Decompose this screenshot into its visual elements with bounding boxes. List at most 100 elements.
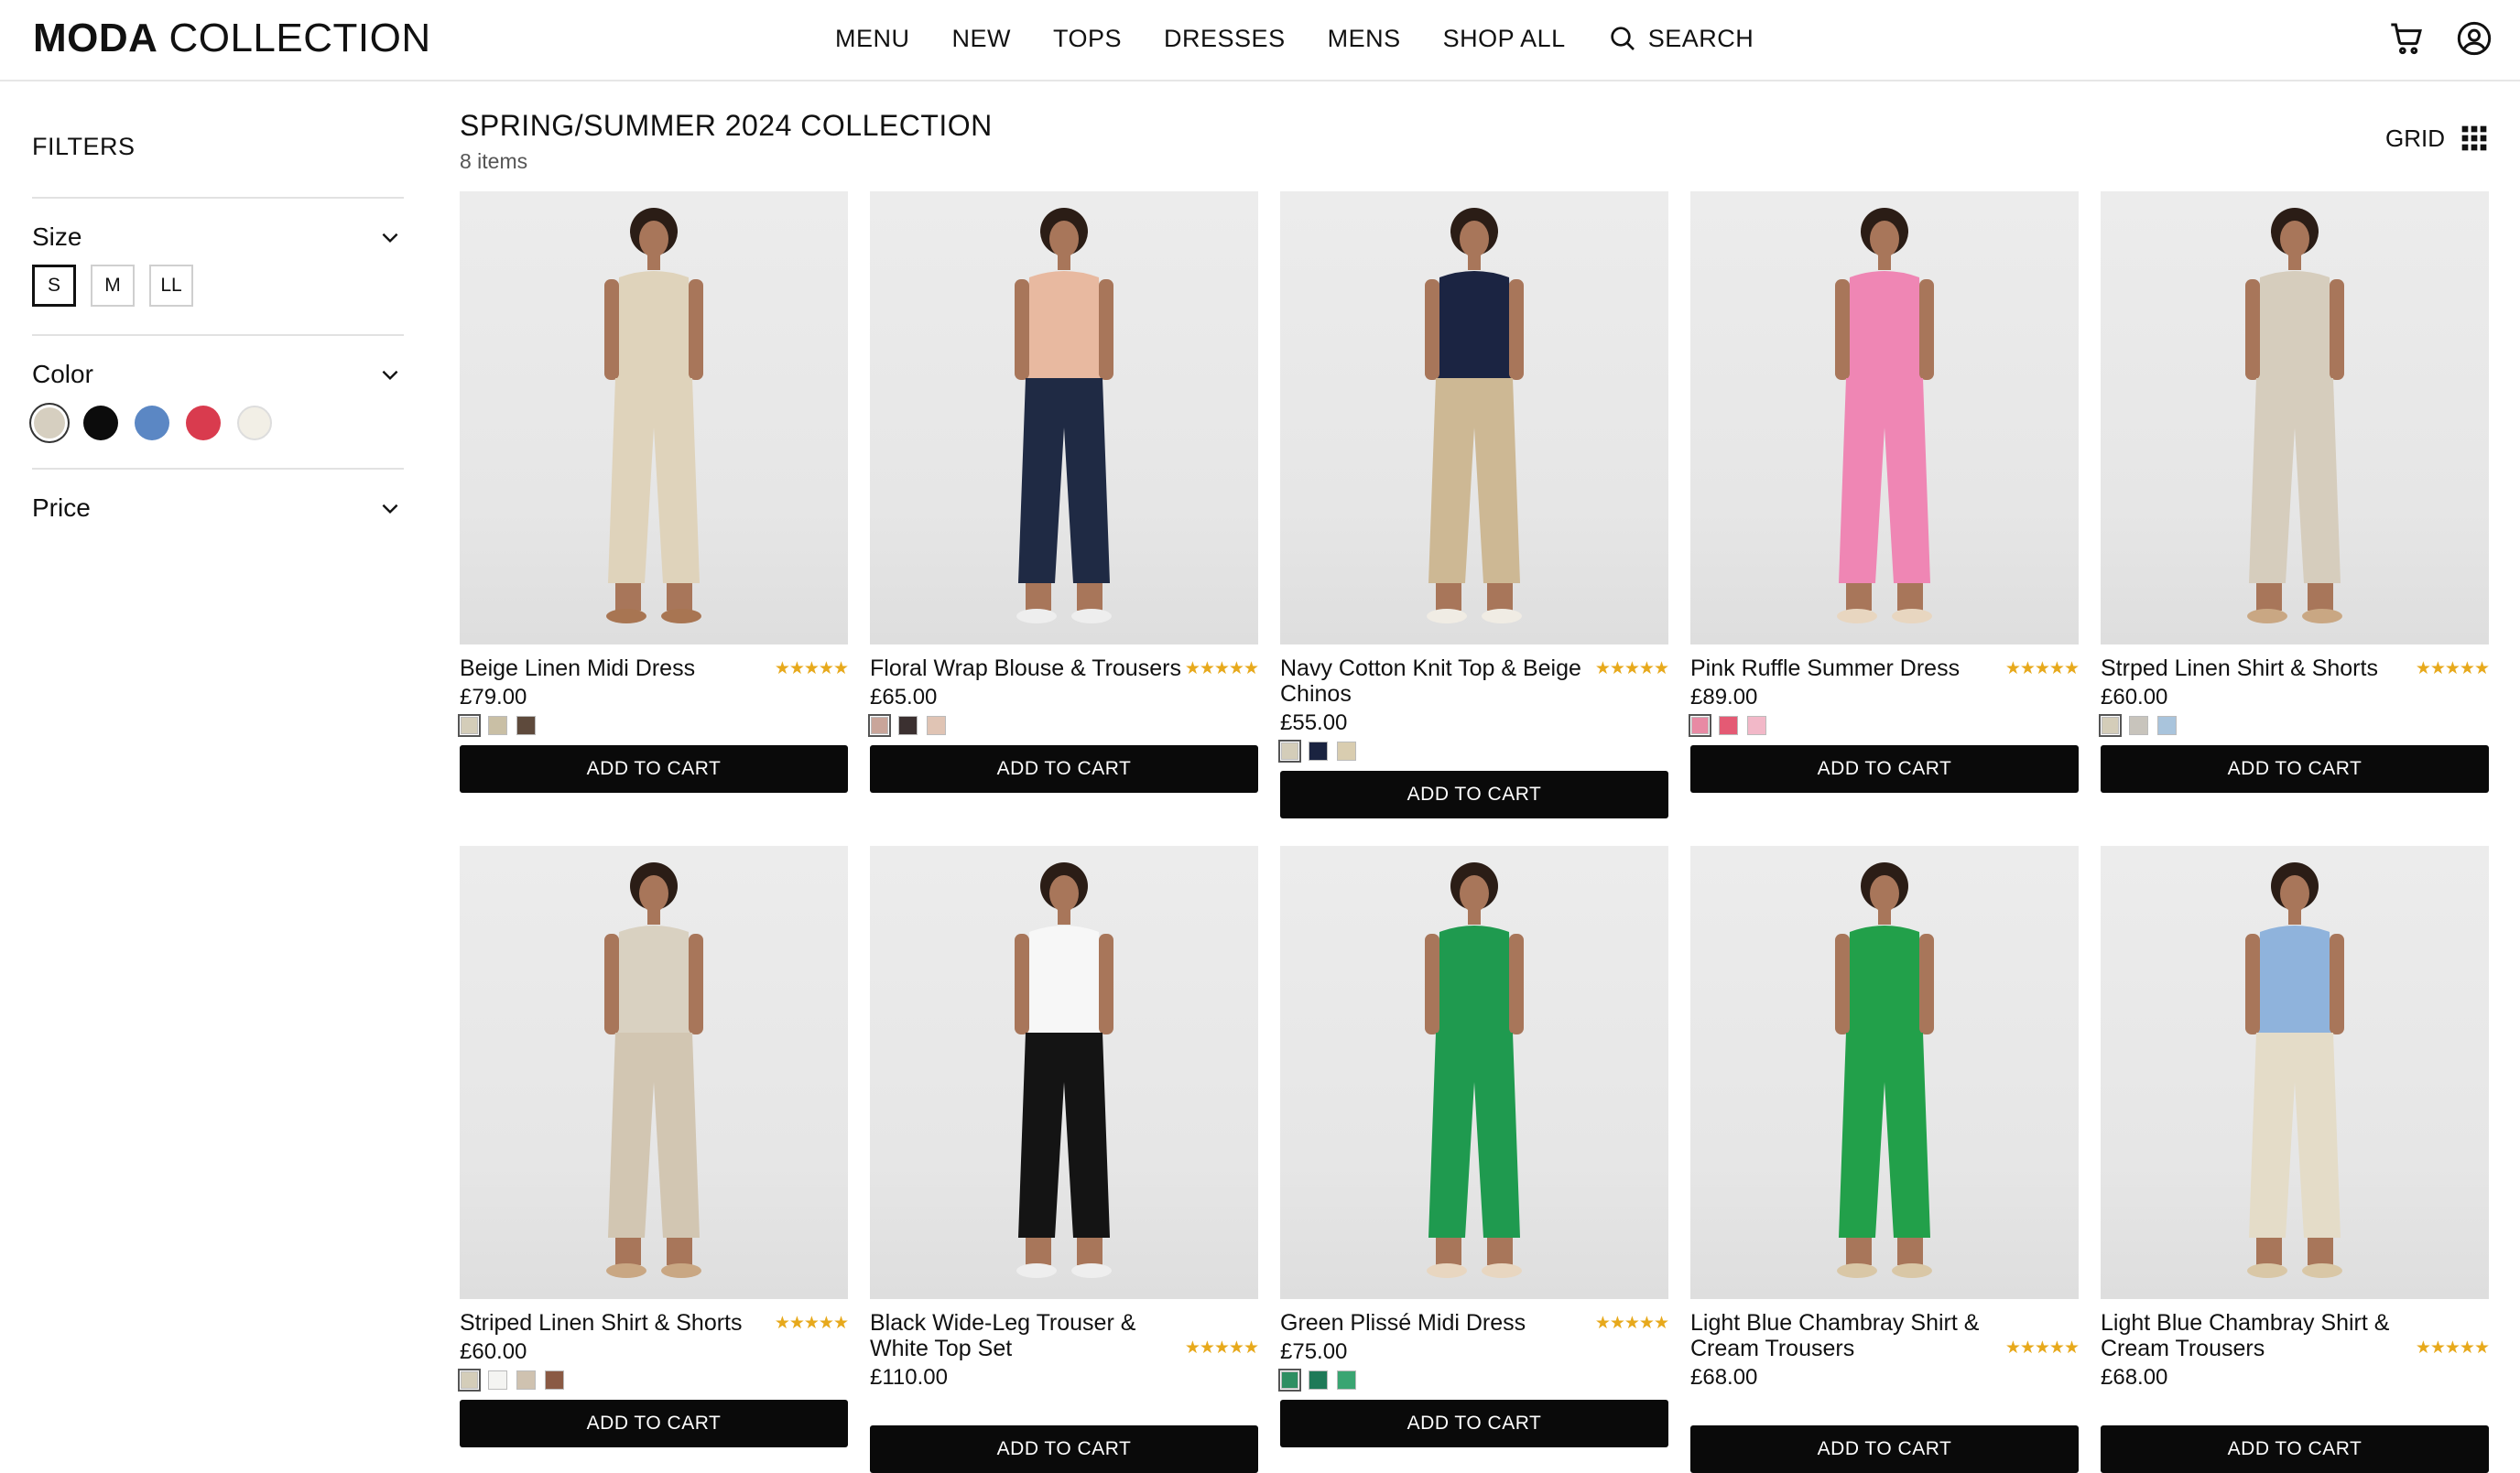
nav-tops[interactable]: TOPS bbox=[1053, 25, 1122, 53]
product-swatches bbox=[2099, 714, 2489, 737]
product-color-swatch[interactable] bbox=[458, 714, 481, 737]
product-color-swatch[interactable] bbox=[1689, 714, 1711, 737]
size-option-s[interactable]: S bbox=[32, 265, 76, 307]
search-button[interactable]: SEARCH bbox=[1608, 24, 1754, 53]
product-color-swatch[interactable] bbox=[1747, 716, 1766, 735]
price-filter-toggle[interactable]: Price bbox=[32, 470, 404, 536]
cart-icon[interactable] bbox=[2388, 20, 2425, 57]
product-name[interactable]: Beige Linen Midi Dress bbox=[460, 655, 695, 681]
product-color-swatch[interactable] bbox=[1278, 740, 1301, 763]
product-info: Light Blue Chambray Shirt & Cream Trouse… bbox=[2101, 1310, 2490, 1361]
product-color-swatch[interactable] bbox=[545, 1370, 564, 1390]
product-color-swatch[interactable] bbox=[1309, 742, 1328, 761]
product-color-swatch[interactable] bbox=[868, 714, 891, 737]
product-name[interactable]: Green Plissé Midi Dress bbox=[1280, 1310, 1526, 1336]
product-card[interactable]: Green Plissé Midi Dress ★★★★★ £75.00 ADD… bbox=[1278, 846, 1669, 1473]
product-name[interactable]: Light Blue Chambray Shirt & Cream Trouse… bbox=[2101, 1310, 2416, 1361]
star-rating: ★★★★★ bbox=[2415, 659, 2490, 678]
nav-menu[interactable]: MENU bbox=[835, 25, 910, 53]
product-image[interactable] bbox=[1690, 846, 2079, 1299]
product-card[interactable]: Striped Linen Shirt & Shorts ★★★★★ £60.0… bbox=[458, 846, 849, 1473]
product-card[interactable]: Black Wide-Leg Trouser & White Top Set ★… bbox=[870, 846, 1259, 1473]
product-price: £110.00 bbox=[870, 1365, 948, 1390]
product-color-swatch[interactable] bbox=[458, 1369, 481, 1392]
product-image[interactable] bbox=[1690, 191, 2079, 644]
product-name[interactable]: Floral Wrap Blouse & Trousers bbox=[870, 655, 1181, 681]
nav-mens[interactable]: MENS bbox=[1328, 25, 1401, 53]
add-to-cart-button[interactable]: ADD TO CART bbox=[2101, 745, 2489, 793]
product-color-swatch[interactable] bbox=[898, 716, 918, 735]
product-color-swatch[interactable] bbox=[1309, 1370, 1328, 1390]
product-color-swatch[interactable] bbox=[1278, 1369, 1301, 1392]
nav-shop-all[interactable]: SHOP ALL bbox=[1443, 25, 1566, 53]
product-info: Green Plissé Midi Dress ★★★★★ bbox=[1280, 1310, 1669, 1336]
add-to-cart-button[interactable]: ADD TO CART bbox=[1690, 745, 2079, 793]
color-filter-toggle[interactable]: Color bbox=[32, 336, 404, 402]
product-image[interactable] bbox=[2101, 191, 2489, 644]
nav-dresses[interactable]: DRESSES bbox=[1164, 25, 1286, 53]
product-image[interactable] bbox=[1280, 191, 1668, 644]
product-image[interactable] bbox=[2101, 846, 2489, 1299]
add-to-cart-button[interactable]: ADD TO CART bbox=[460, 745, 848, 793]
product-color-swatch[interactable] bbox=[2157, 716, 2177, 735]
grid-view-toggle[interactable]: GRID bbox=[2385, 124, 2489, 153]
product-card[interactable]: Strped Linen Shirt & Shorts ★★★★★ £60.00… bbox=[2099, 191, 2490, 818]
color-swatch[interactable] bbox=[186, 406, 221, 440]
add-to-cart-button[interactable]: ADD TO CART bbox=[2101, 1425, 2489, 1473]
product-name[interactable]: Light Blue Chambray Shirt & Cream Trouse… bbox=[1690, 1310, 2005, 1361]
product-card[interactable]: Floral Wrap Blouse & Trousers ★★★★★ £65.… bbox=[868, 191, 1259, 818]
size-option-m[interactable]: M bbox=[91, 265, 135, 307]
size-option-ll[interactable]: LL bbox=[149, 265, 193, 307]
add-to-cart-button[interactable]: ADD TO CART bbox=[870, 745, 1258, 793]
nav-new[interactable]: NEW bbox=[952, 25, 1012, 53]
add-to-cart-button[interactable]: ADD TO CART bbox=[460, 1400, 848, 1447]
color-swatch[interactable] bbox=[135, 406, 169, 440]
product-image-figure bbox=[1425, 208, 1524, 623]
product-card[interactable]: Light Blue Chambray Shirt & Cream Trouse… bbox=[1690, 846, 2080, 1473]
product-image[interactable] bbox=[460, 846, 848, 1299]
grid-icon bbox=[2461, 125, 2487, 151]
size-filter-toggle[interactable]: Size bbox=[32, 199, 404, 265]
product-name[interactable]: Striped Linen Shirt & Shorts bbox=[460, 1310, 743, 1336]
logo-regular-text: COLLECTION bbox=[168, 16, 431, 60]
account-icon[interactable] bbox=[2456, 20, 2493, 57]
add-to-cart-button[interactable]: ADD TO CART bbox=[1280, 771, 1668, 818]
star-rating: ★★★★★ bbox=[774, 1314, 849, 1333]
product-name[interactable]: Pink Ruffle Summer Dress bbox=[1690, 655, 1960, 681]
product-image[interactable] bbox=[460, 191, 848, 644]
product-color-swatch[interactable] bbox=[2099, 714, 2122, 737]
color-swatch[interactable] bbox=[83, 406, 118, 440]
product-color-swatch[interactable] bbox=[488, 1370, 507, 1390]
product-price: £60.00 bbox=[460, 1339, 527, 1364]
add-to-cart-button[interactable]: ADD TO CART bbox=[1280, 1400, 1668, 1447]
product-image-figure bbox=[1015, 862, 1113, 1278]
product-name[interactable]: Navy Cotton Knit Top & Beige Chinos bbox=[1280, 655, 1595, 707]
color-filter: Color bbox=[32, 334, 404, 468]
product-info: Floral Wrap Blouse & Trousers ★★★★★ bbox=[870, 655, 1259, 681]
product-card[interactable]: Light Blue Chambray Shirt & Cream Trouse… bbox=[2101, 846, 2490, 1473]
product-color-swatch[interactable] bbox=[1337, 1370, 1356, 1390]
product-name[interactable]: Strped Linen Shirt & Shorts bbox=[2101, 655, 2378, 681]
product-image[interactable] bbox=[870, 846, 1258, 1299]
product-color-swatch[interactable] bbox=[488, 716, 507, 735]
add-to-cart-button[interactable]: ADD TO CART bbox=[1690, 1425, 2079, 1473]
color-swatch[interactable] bbox=[237, 406, 272, 440]
color-swatch[interactable] bbox=[34, 407, 65, 439]
site-logo[interactable]: MODA COLLECTION bbox=[33, 13, 431, 64]
product-color-swatch[interactable] bbox=[516, 716, 536, 735]
chevron-down-icon bbox=[382, 370, 398, 381]
product-image[interactable] bbox=[1280, 846, 1668, 1299]
product-color-swatch[interactable] bbox=[927, 716, 946, 735]
product-color-swatch[interactable] bbox=[1337, 742, 1356, 761]
product-color-swatch[interactable] bbox=[516, 1370, 536, 1390]
product-color-swatch[interactable] bbox=[2129, 716, 2148, 735]
product-color-swatch[interactable] bbox=[1719, 716, 1738, 735]
product-card[interactable]: Beige Linen Midi Dress ★★★★★ £79.00 ADD … bbox=[458, 191, 849, 818]
product-grid: Beige Linen Midi Dress ★★★★★ £79.00 ADD … bbox=[458, 191, 2490, 1473]
product-name[interactable]: Black Wide-Leg Trouser & White Top Set bbox=[870, 1310, 1185, 1361]
product-card[interactable]: Pink Ruffle Summer Dress ★★★★★ £89.00 AD… bbox=[1689, 191, 2080, 818]
add-to-cart-button[interactable]: ADD TO CART bbox=[870, 1425, 1258, 1473]
product-card[interactable]: Navy Cotton Knit Top & Beige Chinos ★★★★… bbox=[1278, 191, 1669, 818]
search-label: SEARCH bbox=[1647, 24, 1754, 52]
product-image[interactable] bbox=[870, 191, 1258, 644]
